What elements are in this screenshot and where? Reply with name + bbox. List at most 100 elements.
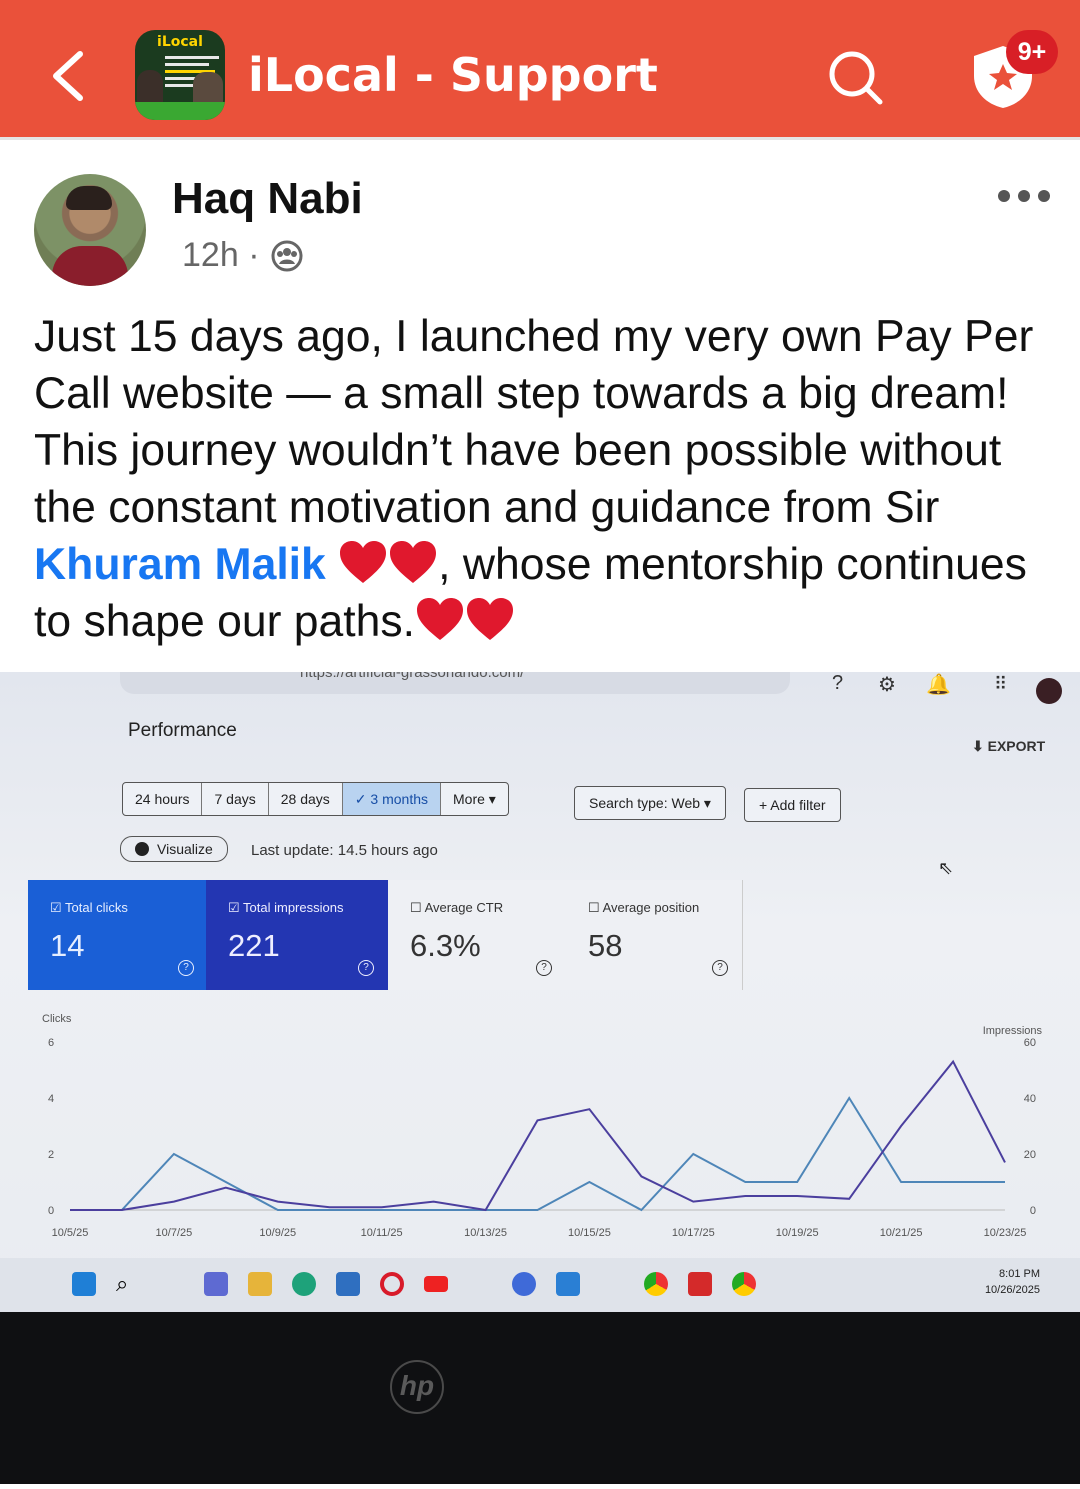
group-privacy-icon [271, 240, 303, 272]
y-tick-right: 40 [1024, 1093, 1036, 1105]
divider [0, 137, 1080, 140]
series-line-clicks [70, 1096, 1005, 1212]
post-meta: 12h · [182, 236, 260, 275]
help-icon: ? [358, 960, 374, 976]
laptop-screen: https://artificial-grassorlando.com/ ? ⚙… [0, 672, 1080, 1312]
export-button: ⬇ EXPORT [972, 738, 1046, 754]
youtube-icon [424, 1276, 448, 1292]
post-text: Just 15 days ago, I launched my very own… [34, 308, 1064, 650]
y-tick-left: 2 [48, 1149, 54, 1161]
y-axis-left-title: Clicks [42, 1013, 72, 1025]
range-28-days: 28 days [269, 783, 343, 815]
red-heart-emoji-icon [340, 541, 387, 583]
system-clock: 8:01 PM 10/26/2025 [985, 1266, 1040, 1298]
notification-badge[interactable]: 9+ [1006, 30, 1058, 74]
red-heart-emoji-icon [390, 541, 437, 583]
x-tick-label: 10/15/25 [568, 1227, 611, 1239]
post-text-part-1: Just 15 days ago, I launched my very own… [34, 312, 1034, 532]
metric-value: 58 [588, 928, 623, 963]
apps-grid-icon: ⠿ [994, 674, 1008, 694]
laptop-bezel [0, 1312, 1080, 1484]
group-title[interactable]: iLocal - Support [248, 48, 658, 102]
series-line-impressions [70, 1059, 1006, 1212]
page-title: Performance [128, 720, 237, 741]
performance-chart: ClicksImpressions0246020406010/5/25 10/7/… [42, 1013, 1043, 1239]
author-avatar[interactable] [34, 174, 146, 286]
x-tick-label: 10/21/25 [880, 1227, 923, 1239]
hp-logo: hp [390, 1360, 444, 1414]
y-tick-left: 6 [48, 1037, 54, 1049]
range-more-label: More [453, 791, 485, 807]
opera-icon [380, 1272, 404, 1296]
y-tick-right: 20 [1024, 1149, 1036, 1161]
x-tick-label: 10/5/25 [52, 1227, 89, 1239]
group-avatar[interactable]: iLocal [135, 30, 225, 120]
y-tick-left: 0 [48, 1205, 54, 1217]
mention-link[interactable]: Khuram Malik [34, 540, 326, 589]
metric-card-total-impressions: ☑ Total impressions 221? [206, 880, 388, 990]
metric-card-average-ctr: ☐ Average CTR 6.3%? [388, 880, 567, 990]
url-text: https://artificial-grassorlando.com/ [300, 672, 525, 681]
profile-avatar [1036, 678, 1062, 704]
search-type-filter: Search type: Web ▾ [574, 786, 726, 820]
group-logo-text: iLocal [157, 34, 203, 50]
search-icon: ⌕ [116, 1271, 129, 1296]
last-update-text: Last update: 14.5 hours ago [251, 842, 438, 859]
visualize-button: Visualize [120, 836, 228, 862]
clock-date: 10/26/2025 [984, 1284, 1040, 1296]
metric-label: Total clicks [65, 900, 128, 915]
metric-value: 6.3% [410, 928, 481, 963]
range-3-months: ✓ 3 months [342, 783, 441, 815]
chrome-icon [732, 1272, 756, 1296]
help-icon: ? [832, 672, 844, 694]
teams-icon [204, 1272, 228, 1296]
chrome-icon [644, 1272, 668, 1296]
visualize-label: Visualize [157, 841, 213, 857]
app-icon [512, 1272, 536, 1296]
metric-value: 221 [228, 928, 280, 963]
post-photo[interactable]: https://artificial-grassorlando.com/ ? ⚙… [0, 672, 1080, 1484]
y-tick-right: 0 [1030, 1205, 1036, 1217]
export-label: EXPORT [987, 738, 1046, 754]
windows-taskbar: ⌕ 8:01 PM 10/26/2025 [0, 1258, 1080, 1312]
x-tick-label: 10/17/25 [672, 1227, 715, 1239]
account-settings-icon: ⚙ [878, 674, 896, 696]
add-filter-label: Add filter [770, 797, 826, 813]
y-tick-left: 4 [48, 1093, 54, 1105]
app-bar: iLocal iLocal - Support 9+ [0, 0, 1080, 137]
x-tick-label: 10/11/25 [361, 1227, 403, 1239]
help-icon: ? [712, 960, 728, 976]
clock-time: 8:01 PM [999, 1268, 1040, 1280]
back-arrow-icon[interactable] [48, 48, 88, 104]
author-name[interactable]: Haq Nabi [172, 174, 363, 224]
store-icon [336, 1272, 360, 1296]
range-24-hours: 24 hours [123, 783, 203, 815]
metric-value: 14 [50, 928, 85, 963]
x-tick-label: 10/7/25 [156, 1227, 193, 1239]
x-tick-label: 10/9/25 [259, 1227, 296, 1239]
post-time[interactable]: 12h [182, 236, 239, 274]
mouse-cursor-icon: ⇖ [938, 858, 954, 878]
y-axis-right-title: Impressions [983, 1025, 1043, 1037]
metric-label: Average position [602, 900, 700, 915]
x-tick-label: 10/19/25 [776, 1227, 819, 1239]
range-more: More ▾ [453, 791, 496, 807]
meta-separator: · [248, 236, 260, 274]
metric-card-total-clicks: ☑ Total clicks 14? [28, 880, 208, 990]
help-icon: ? [178, 960, 194, 976]
red-heart-emoji-icon [417, 598, 463, 640]
edge-icon [292, 1272, 316, 1296]
windows-start-icon [72, 1272, 96, 1296]
y-tick-right: 60 [1024, 1037, 1036, 1049]
metric-card-average-position: ☐ Average position 58? [566, 880, 743, 990]
url-bar: https://artificial-grassorlando.com/ [120, 672, 790, 694]
add-filter-button: + Add filter [744, 788, 841, 822]
metric-label: Average CTR [424, 900, 504, 915]
search-type-label: Search type: Web [589, 795, 701, 811]
folder-icon [248, 1272, 272, 1296]
more-options-icon[interactable] [996, 188, 1052, 204]
range-3-months-label: 3 months [370, 791, 428, 807]
search-icon[interactable] [826, 48, 886, 108]
red-heart-emoji-icon [467, 598, 513, 640]
wps-icon [688, 1272, 712, 1296]
